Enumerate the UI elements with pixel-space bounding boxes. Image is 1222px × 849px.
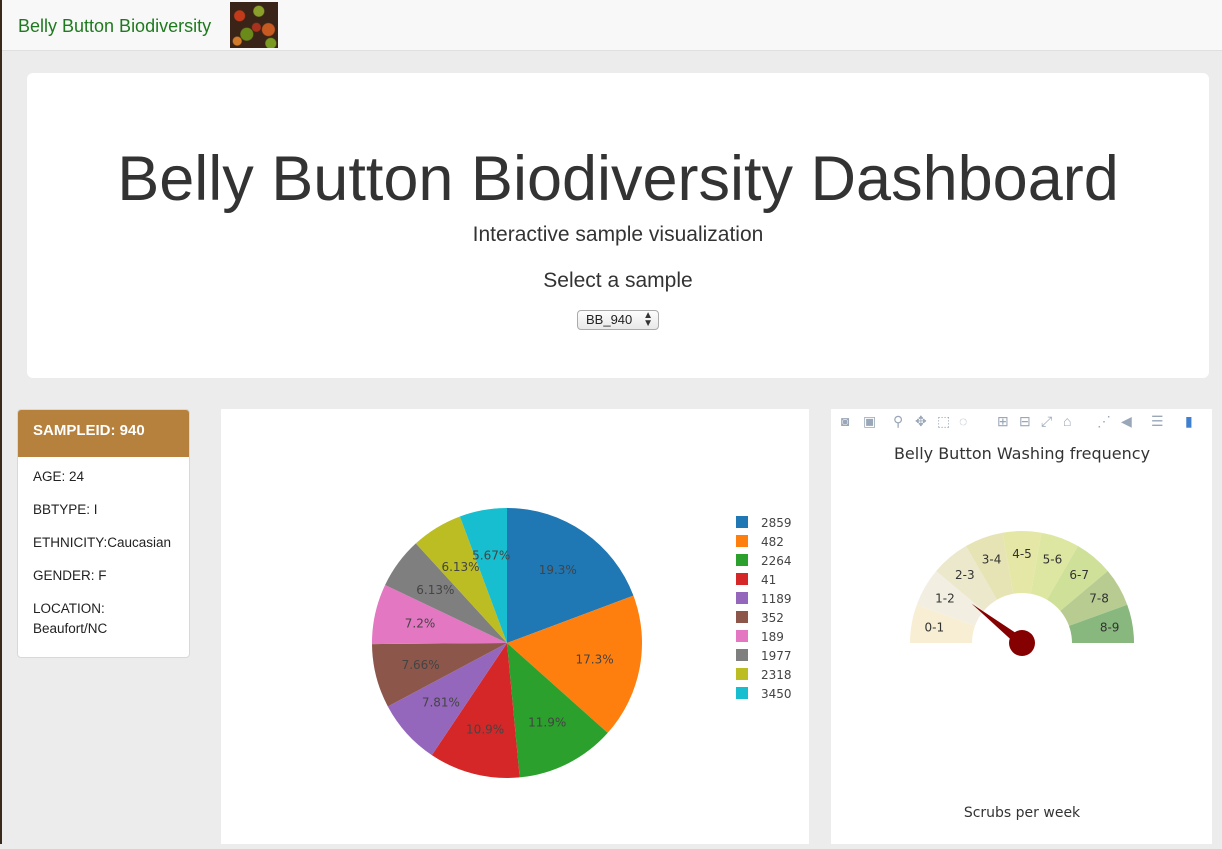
plotly-logo-icon[interactable]: ▮ bbox=[1185, 413, 1193, 430]
pie-chart[interactable]: 19.3%17.3%11.9%10.9%7.81%7.66%7.2%6.13%6… bbox=[221, 409, 809, 844]
legend-item-41[interactable]: 41 bbox=[761, 573, 776, 587]
pie-value-label: 7.81% bbox=[422, 696, 460, 710]
gauge-segment-label: 8-9 bbox=[1100, 621, 1120, 635]
brand-logo-image bbox=[230, 2, 278, 48]
gauge-segment-label: 5-6 bbox=[1043, 552, 1063, 566]
panel-heading: SAMPLEID: 940 bbox=[18, 410, 189, 457]
gauge-segment-label: 6-7 bbox=[1069, 568, 1089, 582]
hover-closest-icon[interactable]: ◀ bbox=[1121, 413, 1132, 430]
page-title: Belly Button Biodiversity Dashboard bbox=[117, 144, 1119, 214]
metadata-location-label: LOCATION: bbox=[33, 601, 105, 616]
legend-item-1977[interactable]: 1977 bbox=[761, 649, 792, 663]
pie-chart-card: 19.3% 17.3% 11.9% 10.9% 7.81% 7.66% 7.2% 6.13% 6… bbox=[221, 409, 809, 844]
metadata-age: AGE: 24 bbox=[33, 469, 85, 484]
metadata-location: LOCATION: Beaufort/NC bbox=[33, 599, 174, 639]
pie-value-label: 6.13% bbox=[416, 583, 454, 597]
page-subtitle: Interactive sample visualization bbox=[472, 223, 764, 246]
select-sample-label: Select a sample bbox=[543, 269, 693, 292]
zoom-out-icon[interactable]: ⊟ bbox=[1019, 413, 1031, 430]
legend-swatch bbox=[736, 687, 748, 699]
metadata-gender: GENDER: F bbox=[33, 568, 107, 583]
metadata-bbtype: BBTYPE: I bbox=[33, 502, 98, 517]
reset-axes-icon[interactable]: ⌂ bbox=[1063, 413, 1071, 429]
legend-item-3450[interactable]: 3450 bbox=[761, 687, 792, 701]
legend-item-2318[interactable]: 2318 bbox=[761, 668, 792, 682]
gauge-title: Belly Button Washing frequency bbox=[894, 444, 1150, 463]
legend-item-482[interactable]: 482 bbox=[761, 535, 784, 549]
legend-swatch bbox=[736, 630, 748, 642]
zoom-in-icon[interactable]: ⊞ bbox=[997, 413, 1009, 430]
gauge-axis-label: Scrubs per week bbox=[964, 805, 1081, 821]
gauge-needle-hub bbox=[1009, 630, 1035, 656]
legend-swatch bbox=[736, 611, 748, 623]
spike-lines-icon[interactable]: ⋰ bbox=[1097, 413, 1111, 430]
sample-metadata-panel: SAMPLEID: 940 AGE: 24 BBTYPE: I ETHNICIT… bbox=[17, 409, 190, 658]
save-icon[interactable]: ▣ bbox=[863, 413, 876, 430]
legend-item-189[interactable]: 189 bbox=[761, 630, 784, 644]
gauge-segment-label: 4-5 bbox=[1012, 547, 1032, 561]
legend-swatch bbox=[736, 668, 748, 680]
brand-link[interactable]: Belly Button Biodiversity bbox=[18, 16, 211, 37]
legend-item-2264[interactable]: 2264 bbox=[761, 554, 792, 568]
metadata-ethnicity: ETHNICITY:Caucasian bbox=[33, 535, 172, 550]
gauge-chart[interactable]: Belly Button Washing frequency 0-1 1-22-3 3… bbox=[831, 409, 1212, 844]
pie-value-label: 10.9% bbox=[466, 722, 504, 736]
jumbotron: Belly Button Biodiversity Dashboard Inte… bbox=[27, 73, 1209, 378]
box-select-icon[interactable]: ⬚ bbox=[937, 413, 950, 430]
gauge-segment-label: 2-3 bbox=[955, 568, 975, 582]
gauge-chart-card: ◙ ▣ ⚲ ✥ ⬚ ◌ ⊞ ⊟ ⤢ ⌂ ⋰ ◀ ☰ ▮ Belly Button Washing freq… bbox=[831, 409, 1212, 844]
gauge-segment-label: 3-4 bbox=[982, 552, 1002, 566]
legend-swatch bbox=[736, 573, 748, 585]
navbar: Belly Button Biodiversity bbox=[2, 0, 1222, 51]
lasso-icon[interactable]: ◌ bbox=[959, 413, 967, 429]
legend-swatch bbox=[736, 554, 748, 566]
legend-item-1189[interactable]: 1189 bbox=[761, 592, 792, 606]
autoscale-icon[interactable]: ⤢ bbox=[1041, 413, 1052, 430]
legend-swatch bbox=[736, 649, 748, 661]
panel-body: AGE: 24 BBTYPE: I ETHNICITY:Caucasian GE… bbox=[18, 457, 189, 657]
metadata-location-value: Beaufort/NC bbox=[33, 621, 108, 636]
legend-swatch bbox=[736, 592, 748, 604]
gauge-segment-label: 7-8 bbox=[1089, 592, 1109, 606]
sample-select-value: BB_940 bbox=[586, 312, 633, 327]
legend-swatch bbox=[736, 535, 748, 547]
legend-swatch bbox=[736, 516, 748, 528]
gauge-segment-label: 0-1 bbox=[925, 621, 945, 635]
pie-value-label: 7.2% bbox=[405, 617, 436, 631]
zoom-icon[interactable]: ⚲ bbox=[893, 413, 903, 430]
camera-icon[interactable]: ◙ bbox=[841, 413, 849, 429]
pie-value-label: 11.9% bbox=[528, 716, 566, 730]
hover-compare-icon[interactable]: ☰ bbox=[1151, 413, 1164, 430]
gauge-segment-label: 1-2 bbox=[935, 592, 955, 606]
window-edge bbox=[0, 0, 2, 844]
legend-item-2859[interactable]: 2859 bbox=[761, 516, 792, 530]
pie-value-label: 7.66% bbox=[402, 658, 440, 672]
pan-icon[interactable]: ✥ bbox=[915, 413, 927, 430]
sample-select[interactable]: BB_940 ▲ ▼ bbox=[577, 310, 659, 330]
pie-value-label: 5.67% bbox=[472, 548, 510, 562]
pie-value-label: 17.3% bbox=[576, 652, 614, 666]
legend-item-352[interactable]: 352 bbox=[761, 611, 784, 625]
pie-value-label: 19.3% bbox=[539, 563, 577, 577]
select-arrows-icon: ▲ ▼ bbox=[643, 310, 653, 329]
